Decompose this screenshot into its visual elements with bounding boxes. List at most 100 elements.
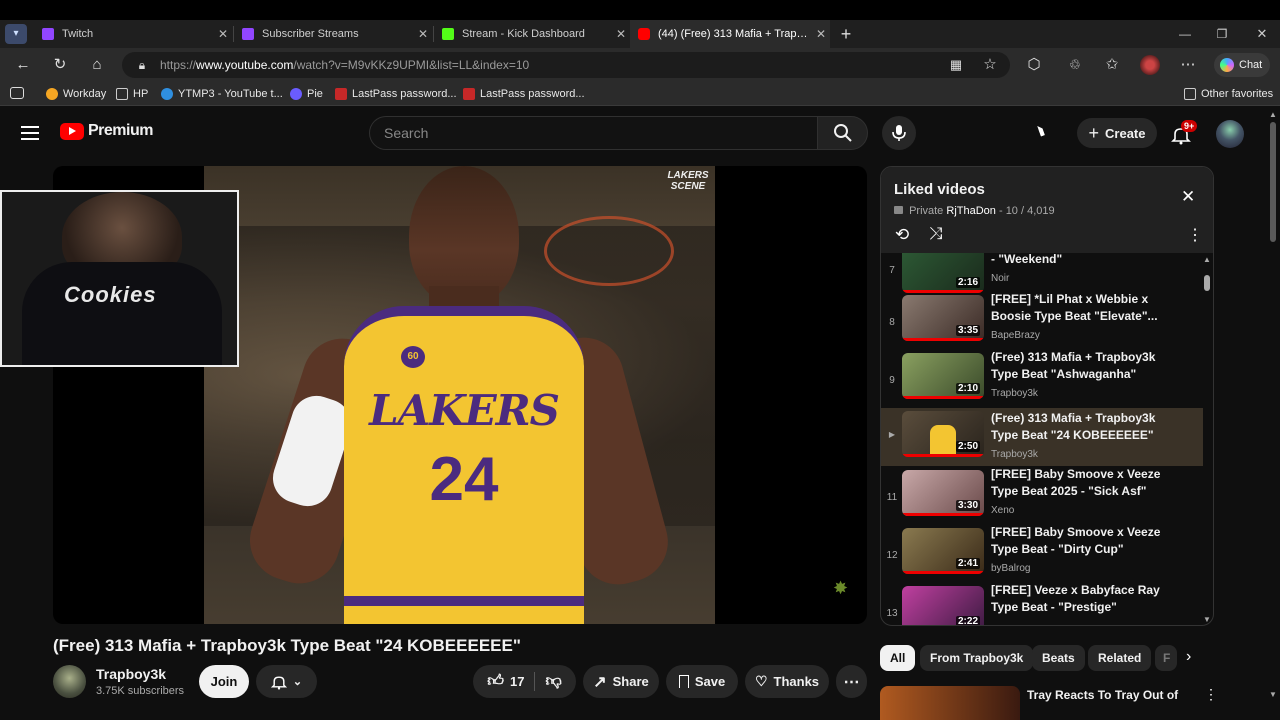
favorite-hp[interactable]: HP (116, 86, 148, 102)
search-button[interactable] (817, 116, 868, 150)
scroll-down-icon[interactable]: ▼ (1269, 690, 1277, 699)
item-channel[interactable]: byBalrog (991, 563, 1030, 574)
minimize-button[interactable]: — (1175, 24, 1195, 44)
page-scrollbar[interactable] (1270, 122, 1276, 242)
join-label: Join (210, 674, 238, 689)
favorite-label: LastPass password... (352, 88, 457, 100)
tab-list-button[interactable]: ▾ (5, 24, 27, 44)
item-thumbnail[interactable]: 3:30 (902, 470, 984, 516)
scroll-down-icon[interactable]: ▼ (1203, 615, 1211, 624)
item-channel[interactable]: Noir (991, 273, 1009, 284)
like-button[interactable]: 👍︎ 17 (487, 672, 536, 691)
url-bar[interactable]: https://www.youtube.com/watch?v=M9vKKz9U… (122, 52, 1010, 78)
more-menu-icon[interactable]: ⋯ (1177, 54, 1199, 76)
playlist-item[interactable]: 9 2:10 (Free) 313 Mafia + Trapboy3k Type… (881, 350, 1203, 411)
other-favorites[interactable]: Other favorites (1184, 86, 1273, 102)
back-icon[interactable]: ← (12, 54, 34, 76)
favorite-lastpass-1[interactable]: LastPass password... (335, 86, 457, 102)
close-playlist-icon[interactable]: ✕ (1181, 187, 1195, 207)
create-button[interactable]: + Create (1077, 118, 1157, 148)
tab-youtube-active[interactable]: (44) (Free) 313 Mafia + Trapboy3k ✕ (630, 20, 830, 48)
video-frame[interactable]: LAKERS 24 60 LAKERS SCENE (204, 166, 715, 624)
menu-icon[interactable] (21, 124, 39, 140)
channel-avatar[interactable] (53, 665, 86, 698)
item-channel[interactable]: Trapboy3k (991, 449, 1038, 460)
loop-icon[interactable]: ⟲ (895, 225, 909, 245)
scroll-up-icon[interactable]: ▲ (1269, 110, 1277, 119)
close-icon[interactable]: ✕ (414, 27, 432, 41)
profile-avatar[interactable] (1140, 55, 1160, 75)
thanks-button[interactable]: ♡ Thanks (745, 665, 829, 698)
chip-beats[interactable]: Beats (1032, 645, 1085, 671)
extensions-icon[interactable]: ⬡ (1023, 54, 1045, 76)
close-icon[interactable]: ✕ (214, 27, 232, 41)
item-channel[interactable]: Trapboy3k (991, 388, 1038, 399)
favorite-workday[interactable]: Workday (46, 86, 106, 102)
more-actions-button[interactable]: ⋯ (836, 665, 867, 698)
item-channel[interactable]: BapeBrazy (991, 330, 1040, 341)
playlist-item[interactable]: 11 3:30 [FREE] Baby Smoove x Veeze Type … (881, 467, 1203, 528)
chat-label: Chat (1239, 59, 1263, 71)
item-thumbnail[interactable]: 2:50 (902, 411, 984, 457)
playlist-more-icon[interactable]: ⋮ (1187, 225, 1203, 245)
tab-twitch[interactable]: Twitch ✕ (34, 20, 232, 48)
playlist-item[interactable]: 8 3:35 [FREE] *Lil Phat x Webbie x Boosi… (881, 292, 1203, 353)
refresh-icon[interactable]: ↻ (49, 54, 71, 76)
collections-icon[interactable]: ✩ (1101, 54, 1123, 76)
scroll-up-icon[interactable]: ▲ (1203, 255, 1211, 264)
restore-button[interactable]: ❐ (1212, 24, 1232, 44)
shuffle-icon[interactable]: ⤨ (929, 224, 943, 244)
chip-from-channel[interactable]: From Trapboy3k (920, 645, 1034, 671)
tab-subscriber-streams[interactable]: Subscriber Streams ✕ (234, 20, 432, 48)
thumbs-down-icon[interactable]: 👎︎ (541, 672, 561, 691)
voice-search-button[interactable] (882, 116, 916, 150)
close-window-button[interactable]: ✕ (1252, 24, 1272, 44)
share-button[interactable]: ↗ Share (583, 665, 659, 698)
favorite-star-icon[interactable]: ☆ (979, 54, 1001, 76)
item-index: 12 (886, 550, 898, 561)
youtube-logo[interactable]: Premium (60, 122, 153, 140)
site-info-icon[interactable]: 🔒︎ (131, 54, 153, 76)
account-avatar[interactable] (1216, 120, 1244, 148)
search-input[interactable]: Search (369, 116, 817, 150)
item-thumbnail[interactable]: 3:35 (902, 295, 984, 341)
close-icon[interactable]: ✕ (612, 27, 630, 41)
tab-kick-dashboard[interactable]: Stream - Kick Dashboard ✕ (434, 20, 630, 48)
copilot-chat-button[interactable]: Chat (1214, 53, 1270, 77)
channel-name[interactable]: Trapboy3k (96, 666, 166, 682)
item-thumbnail[interactable]: 2:16 (902, 253, 984, 293)
app-available-icon[interactable]: ▦ (945, 54, 967, 76)
chevron-right-icon[interactable]: › (1186, 648, 1191, 666)
lastpass-icon (463, 88, 475, 100)
join-button[interactable]: Join (199, 665, 249, 698)
new-tab-button[interactable]: + (836, 24, 856, 44)
thanks-label: Thanks (773, 674, 820, 689)
playlist-item[interactable]: 13 2:22 [FREE] Veeze x Babyface Ray Type… (881, 583, 1203, 625)
playlist-item-current[interactable]: ▶ 2:50 (Free) 313 Mafia + Trapboy3k Type… (881, 408, 1203, 466)
playlist-scrollbar[interactable] (1204, 275, 1210, 291)
browser-essentials-icon[interactable]: ♲ (1064, 54, 1086, 76)
chip-partial[interactable]: F (1155, 645, 1177, 671)
favorite-lastpass-2[interactable]: LastPass password... (463, 86, 585, 102)
item-channel[interactable]: Xeno (991, 505, 1014, 516)
playlist-owner[interactable]: RjThaDon (946, 205, 996, 217)
playlist-item[interactable]: 12 2:41 [FREE] Baby Smoove x Veeze Type … (881, 525, 1203, 586)
save-button[interactable]: Save (666, 665, 738, 698)
item-title: [FREE] Veeze x Babyface Ray Type Beat - … (991, 583, 1160, 614)
subscribed-notifications-button[interactable]: ⌄ (256, 665, 317, 698)
chip-all[interactable]: All (880, 645, 916, 671)
home-icon[interactable]: ⌂ (86, 54, 108, 76)
item-thumbnail[interactable]: 2:10 (902, 353, 984, 399)
notifications-button[interactable]: 9+ (1170, 120, 1198, 146)
item-thumbnail[interactable]: 2:41 (902, 528, 984, 574)
item-thumbnail[interactable]: 2:22 (902, 586, 984, 625)
favorite-ytmp3[interactable]: YTMP3 - YouTube t... (161, 86, 283, 102)
sidebar-toggle-icon[interactable] (10, 87, 24, 99)
favorite-pie[interactable]: Pie (290, 86, 323, 102)
playlist-title[interactable]: Liked videos (894, 181, 985, 198)
recommendation-thumbnail[interactable] (880, 686, 1020, 720)
close-icon[interactable]: ✕ (812, 27, 830, 41)
recommendation-title[interactable]: Tray Reacts To Tray Out of (1027, 688, 1178, 702)
chip-related[interactable]: Related (1088, 645, 1152, 671)
recommendation-more-icon[interactable]: ⋮ (1204, 686, 1218, 703)
